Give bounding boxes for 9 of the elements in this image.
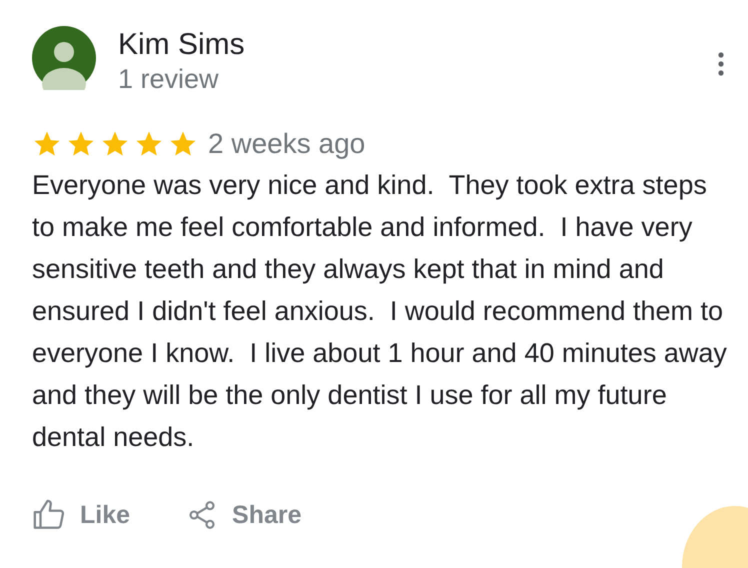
review-text: Everyone was very nice and kind. They took extra steps to make me feel comfortable and informed. I have very sensitive teeth and they always kept that in mind and ensured I didn't feel anxious. I would recommend them to everyone I know. I live about 1 hour and 40 minutes away and they will be the only dentist I use for all my future dental needs. (32, 169, 728, 454)
reviewer-name[interactable]: Kim Sims (118, 28, 718, 62)
avatar-icon (32, 26, 96, 90)
like-button[interactable]: Like (32, 498, 130, 532)
review-time: 2 weeks ago (208, 128, 366, 160)
more-options-icon[interactable] (718, 52, 724, 76)
thumbs-up-icon (32, 498, 66, 532)
share-button[interactable]: Share (186, 498, 302, 532)
review-count: 1 review (118, 63, 220, 96)
